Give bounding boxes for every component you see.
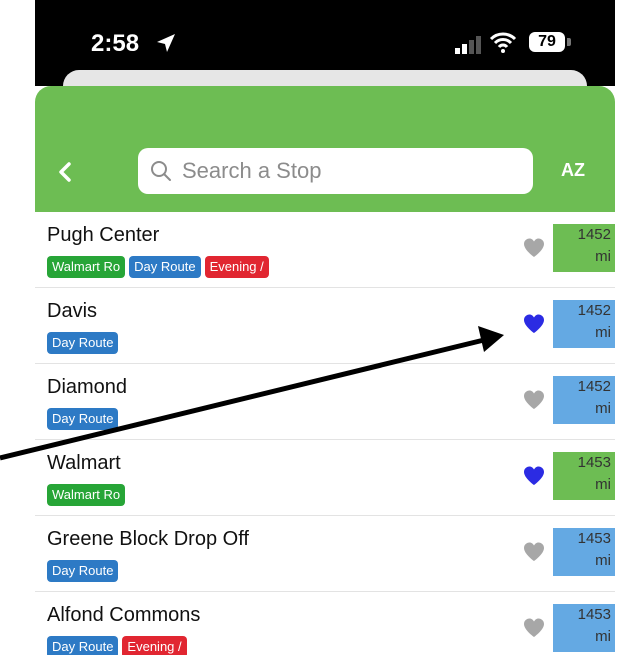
location-arrow-icon: [157, 34, 175, 52]
stop-row[interactable]: Walmart Walmart Ro 1453 mi: [35, 440, 615, 516]
route-tags: Day Route Evening /: [47, 636, 187, 655]
route-tag: Walmart Ro: [47, 256, 126, 278]
distance-unit: mi: [595, 476, 611, 493]
cellular-signal-icon: [455, 36, 481, 54]
distance-badge: 1453 mi: [553, 452, 615, 500]
route-tags: Walmart Ro Day Route Evening /: [47, 256, 269, 278]
stop-name: Alfond Commons: [47, 604, 201, 626]
distance-badge: 1453 mi: [553, 604, 615, 652]
route-tag: Day Route: [47, 560, 119, 582]
distance-value: 1453: [577, 530, 611, 547]
wifi-icon: [489, 32, 517, 53]
favorite-heart-icon[interactable]: [522, 464, 546, 486]
sort-az-button[interactable]: AZ: [561, 160, 585, 181]
phone-screen: 2:58 79 Search a Stop AZ Pugh Center Wal…: [35, 0, 615, 655]
search-bar[interactable]: [138, 148, 533, 194]
stop-row[interactable]: Diamond Day Route 1452 mi: [35, 364, 615, 440]
battery-level: 79: [538, 33, 556, 50]
route-tag: Day Route: [47, 636, 119, 655]
stop-row[interactable]: Davis Day Route 1452 mi: [35, 288, 615, 364]
distance-value: 1452: [577, 302, 611, 319]
route-tag: Day Route: [47, 408, 119, 430]
status-time: 2:58: [91, 30, 140, 57]
route-tag: Evening /: [122, 636, 187, 655]
favorite-heart-icon[interactable]: [522, 388, 546, 410]
distance-unit: mi: [595, 552, 611, 569]
route-tag: Day Route: [47, 332, 119, 354]
status-bar: 2:58 79: [35, 0, 615, 110]
app-header: AZ: [35, 86, 615, 212]
favorite-heart-icon[interactable]: [522, 312, 546, 334]
route-tags: Day Route: [47, 408, 119, 430]
route-tags: Day Route: [47, 332, 119, 354]
stop-row[interactable]: Greene Block Drop Off Day Route 1453 mi: [35, 516, 615, 592]
route-tag: Walmart Ro: [47, 484, 126, 506]
search-input[interactable]: [180, 157, 524, 185]
distance-unit: mi: [595, 628, 611, 645]
distance-badge: 1452 mi: [553, 300, 615, 348]
route-tags: Walmart Ro: [47, 484, 126, 506]
distance-badge: 1452 mi: [553, 224, 615, 272]
battery-nub: [567, 38, 571, 46]
favorite-heart-icon[interactable]: [522, 616, 546, 638]
stop-row[interactable]: Pugh Center Walmart Ro Day Route Evening / 1…: [35, 212, 615, 288]
stop-row[interactable]: Alfond Commons Day Route Evening / 1453 mi: [35, 592, 615, 655]
distance-badge: 1452 mi: [553, 376, 615, 424]
battery-icon: 79: [529, 32, 565, 52]
distance-unit: mi: [595, 248, 611, 265]
distance-unit: mi: [595, 324, 611, 341]
stop-name: Pugh Center: [47, 224, 160, 246]
distance-value: 1453: [577, 454, 611, 471]
distance-value: 1452: [577, 378, 611, 395]
distance-badge: 1453 mi: [553, 528, 615, 576]
stop-list: Pugh Center Walmart Ro Day Route Evening /1…: [35, 212, 615, 655]
distance-unit: mi: [595, 400, 611, 417]
search-icon: [151, 161, 171, 181]
route-tag: Evening /: [204, 256, 269, 278]
favorite-heart-icon[interactable]: [522, 236, 546, 258]
stop-name: Walmart: [47, 452, 121, 474]
back-button[interactable]: [51, 158, 79, 186]
stop-name: Greene Block Drop Off: [47, 528, 249, 550]
stop-name: Diamond: [47, 376, 128, 398]
route-tags: Day Route: [47, 560, 119, 582]
chevron-left-icon: [59, 162, 71, 182]
route-tag: Day Route: [129, 256, 201, 278]
distance-value: 1452: [577, 226, 611, 243]
stop-name: Davis: [47, 300, 98, 322]
distance-value: 1453: [577, 606, 611, 623]
favorite-heart-icon[interactable]: [522, 540, 546, 562]
